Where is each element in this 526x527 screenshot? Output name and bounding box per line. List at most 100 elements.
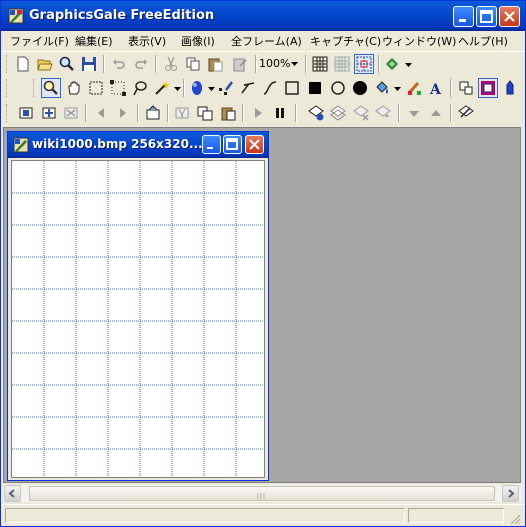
drawing-canvas[interactable]	[11, 160, 265, 478]
play-button[interactable]	[248, 103, 268, 123]
menu-image[interactable]: 画像(I)	[181, 33, 215, 49]
zoom-search-button[interactable]	[57, 54, 77, 74]
copy-frame-icon	[197, 106, 213, 121]
zoom-tool[interactable]	[41, 78, 61, 98]
spray-tool[interactable]	[216, 78, 236, 98]
pixel-grid	[12, 161, 264, 477]
frame-properties-button[interactable]	[143, 103, 163, 123]
minimize-icon	[207, 147, 213, 149]
cut-frame-button[interactable]	[172, 103, 192, 123]
menu-capture[interactable]: キャプチャ(C)	[310, 33, 381, 49]
image-window[interactable]: wiki1000.bmp 256x320...	[7, 131, 269, 481]
toolbar-separator	[242, 104, 244, 122]
next-frame-button[interactable]	[113, 103, 133, 123]
merge-layers-button[interactable]	[456, 103, 476, 123]
scroll-thumb[interactable]	[29, 486, 495, 501]
fill-tool[interactable]	[372, 78, 392, 98]
copy-button[interactable]	[183, 54, 203, 74]
ellipse-tool[interactable]	[328, 78, 348, 98]
chevron-down-icon[interactable]	[208, 86, 216, 92]
toolbar-separator	[398, 104, 400, 122]
status-panel-info	[408, 508, 504, 523]
toolbar-separator	[450, 104, 452, 122]
status-panel-main	[5, 508, 405, 523]
grid-icon	[312, 56, 328, 72]
filled-ellipse-tool[interactable]	[350, 78, 370, 98]
layer-up-button[interactable]	[426, 103, 446, 123]
lasso-tool[interactable]	[130, 78, 150, 98]
chevron-down-icon[interactable]	[174, 86, 182, 92]
menu-help[interactable]: ヘルプ(H)	[458, 33, 508, 49]
text-tool[interactable]: A	[426, 78, 446, 98]
image-maximize-button[interactable]	[223, 135, 242, 154]
minimize-button[interactable]	[453, 6, 474, 27]
main-window: GraphicsGale FreeEdition ファイル(F) 編集(E) 表…	[0, 0, 526, 527]
add-layer-button[interactable]	[306, 103, 326, 123]
new-file-icon	[17, 56, 29, 72]
zoom-level-dropdown[interactable]: 100%	[259, 55, 299, 72]
scroll-right-button[interactable]	[502, 485, 519, 502]
menu-view[interactable]: 表示(V)	[128, 33, 166, 49]
color-replace-tool[interactable]	[404, 78, 424, 98]
magic-wand-tool[interactable]	[152, 78, 172, 98]
scroll-left-button[interactable]	[4, 485, 21, 502]
selection-grid-toggle[interactable]	[354, 54, 374, 74]
chevron-down-icon[interactable]	[394, 86, 402, 92]
delete-frame-button[interactable]	[61, 103, 81, 123]
layer-properties-button[interactable]	[373, 103, 393, 123]
paste-frame-button[interactable]	[218, 103, 238, 123]
image-window-title-bar[interactable]: wiki1000.bmp 256x320...	[8, 132, 268, 158]
pen-shape-tool[interactable]	[187, 78, 207, 98]
new-file-button[interactable]	[13, 54, 33, 74]
image-close-button[interactable]	[245, 135, 264, 154]
hand-tool[interactable]	[64, 78, 84, 98]
horizontal-scrollbar[interactable]	[3, 485, 521, 502]
delete-layer-button[interactable]	[351, 103, 371, 123]
title-bar[interactable]: GraphicsGale FreeEdition	[1, 1, 525, 31]
paste-special-button[interactable]	[230, 54, 250, 74]
redo-button[interactable]	[131, 54, 151, 74]
arrow-right-icon	[508, 489, 515, 498]
resize-grip-icon[interactable]	[509, 513, 521, 525]
menu-file[interactable]: ファイル(F)	[10, 33, 69, 49]
pen-size-button[interactable]	[500, 78, 520, 98]
save-button[interactable]	[79, 54, 99, 74]
insert-frame-icon	[42, 107, 56, 119]
copy-frame-button[interactable]	[195, 103, 215, 123]
color-swap-button[interactable]	[456, 78, 476, 98]
rectangle-tool[interactable]	[282, 78, 302, 98]
cut-button[interactable]	[161, 54, 181, 74]
filled-rectangle-tool[interactable]	[305, 78, 325, 98]
menu-edit[interactable]: 編集(E)	[75, 33, 113, 49]
image-minimize-button[interactable]	[202, 135, 221, 154]
free-select-tool[interactable]	[108, 78, 128, 98]
color-swatch-button[interactable]	[478, 78, 498, 98]
rect-select-tool[interactable]	[86, 78, 106, 98]
paste-button[interactable]	[205, 54, 225, 74]
light-grid-button[interactable]	[332, 54, 352, 74]
add-frame-button[interactable]	[16, 103, 36, 123]
chevron-down-icon[interactable]	[405, 62, 413, 68]
open-file-button[interactable]	[35, 54, 55, 74]
curve-tool[interactable]	[260, 78, 280, 98]
brush-palette-icon	[407, 81, 421, 95]
insert-layer-button[interactable]	[328, 103, 348, 123]
menu-all-frames[interactable]: 全フレーム(A)	[231, 33, 302, 49]
insert-frame-button[interactable]	[39, 103, 59, 123]
merge-layers-icon	[458, 105, 474, 118]
status-bar	[1, 504, 525, 526]
layer-down-button[interactable]	[404, 103, 424, 123]
toolbar-separator	[155, 55, 157, 73]
light-grid-icon	[334, 56, 350, 72]
close-button[interactable]	[499, 6, 520, 27]
animation-dropdown-button[interactable]	[382, 54, 402, 74]
pixel-grid-button[interactable]	[310, 54, 330, 74]
line-tool[interactable]	[238, 78, 258, 98]
undo-button[interactable]	[109, 54, 129, 74]
toolbar-separator	[103, 55, 105, 73]
maximize-button[interactable]	[476, 6, 497, 27]
previous-frame-button[interactable]	[91, 103, 111, 123]
magnifier-icon	[43, 80, 58, 95]
menu-window[interactable]: ウィンドウ(W)	[382, 33, 456, 49]
pause-button[interactable]	[270, 103, 290, 123]
